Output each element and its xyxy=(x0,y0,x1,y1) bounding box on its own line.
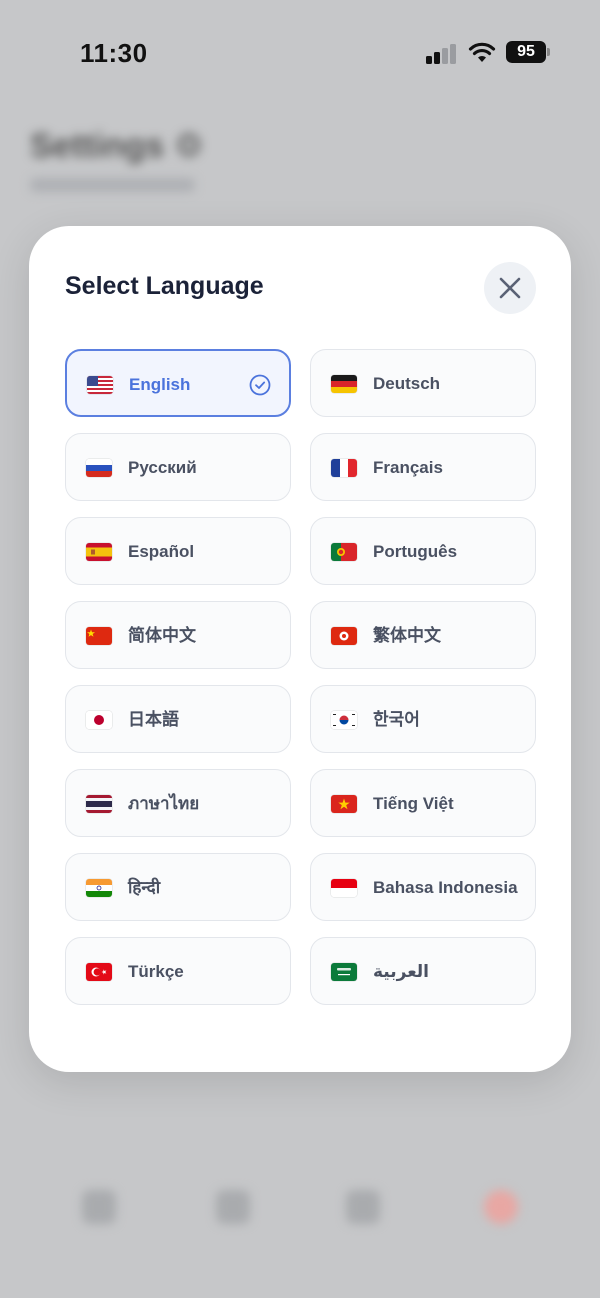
language-option-traditional-chinese[interactable]: 繁体中文 xyxy=(310,601,536,669)
language-label: Türkçe xyxy=(128,962,184,981)
language-option-turkish[interactable]: Türkçe xyxy=(65,937,291,1005)
language-option-portugues[interactable]: Português xyxy=(310,517,536,585)
es-flag-icon xyxy=(86,543,112,561)
th-flag-icon xyxy=(86,795,112,813)
language-label: Bahasa Indonesia xyxy=(373,878,518,897)
language-label: Français xyxy=(373,458,443,477)
cellular-signal-icon xyxy=(426,42,458,64)
background-subtitle xyxy=(30,178,195,192)
cn-flag-icon xyxy=(86,627,112,645)
language-label: ภาษาไทย xyxy=(128,794,200,813)
tab-bar-item xyxy=(82,1190,116,1224)
language-label: Español xyxy=(128,542,195,561)
language-option-simplified-chinese[interactable]: 简体中文 xyxy=(65,601,291,669)
language-modal: Select Language English Deutsch Русский … xyxy=(29,226,571,1072)
language-option-russian[interactable]: Русский xyxy=(65,433,291,501)
kr-flag-icon xyxy=(331,711,357,729)
tr-flag-icon xyxy=(86,963,112,981)
sa-flag-icon xyxy=(331,963,357,981)
pt-flag-icon xyxy=(331,543,357,561)
language-option-indonesian[interactable]: Bahasa Indonesia xyxy=(310,853,536,921)
language-option-vietnamese[interactable]: Tiếng Việt xyxy=(310,769,536,837)
language-label: हिन्दी xyxy=(128,878,161,897)
language-label: Tiếng Việt xyxy=(373,794,454,813)
battery-icon: 95 xyxy=(506,41,550,63)
battery-level: 95 xyxy=(506,41,546,63)
tab-bar-item xyxy=(484,1190,518,1224)
language-label: English xyxy=(129,375,191,394)
language-option-francais[interactable]: Français xyxy=(310,433,536,501)
status-time: 11:30 xyxy=(80,38,148,68)
language-option-arabic[interactable]: العربية xyxy=(310,937,536,1005)
language-grid: English Deutsch Русский Français Español… xyxy=(65,349,536,1005)
language-label: Русский xyxy=(128,458,197,477)
us-flag-icon xyxy=(87,376,113,394)
fr-flag-icon xyxy=(331,459,357,477)
screen: Settings ⚙ 11:30 95 Select Language Engl… xyxy=(0,0,600,1298)
language-option-japanese[interactable]: 日本語 xyxy=(65,685,291,753)
jp-flag-icon xyxy=(86,711,112,729)
check-circle-icon xyxy=(249,374,271,396)
hk-flag-icon xyxy=(331,627,357,645)
language-option-hindi[interactable]: हिन्दी xyxy=(65,853,291,921)
language-label: Português xyxy=(373,542,458,561)
language-label: 한국어 xyxy=(373,710,420,729)
vn-flag-icon xyxy=(331,795,357,813)
language-option-korean[interactable]: 한국어 xyxy=(310,685,536,753)
language-label: 繁体中文 xyxy=(373,626,441,645)
language-option-deutsch[interactable]: Deutsch xyxy=(310,349,536,417)
status-bar: 11:30 95 xyxy=(0,0,600,100)
wifi-icon xyxy=(468,42,496,62)
close-button[interactable] xyxy=(484,262,536,314)
id-flag-icon xyxy=(331,879,357,897)
in-flag-icon xyxy=(86,879,112,897)
modal-title: Select Language xyxy=(65,272,264,300)
background-title: Settings ⚙ xyxy=(30,127,205,165)
de-flag-icon xyxy=(331,375,357,393)
language-option-english[interactable]: English xyxy=(65,349,291,417)
language-option-espanol[interactable]: Español xyxy=(65,517,291,585)
language-label: العربية xyxy=(373,962,430,981)
language-label: 日本語 xyxy=(128,710,179,729)
tab-bar-item xyxy=(346,1190,380,1224)
tab-bar-item xyxy=(216,1190,250,1224)
language-label: 简体中文 xyxy=(128,626,196,645)
language-option-thai[interactable]: ภาษาไทย xyxy=(65,769,291,837)
language-label: Deutsch xyxy=(373,374,441,393)
close-icon xyxy=(499,277,521,299)
ru-flag-icon xyxy=(86,459,112,477)
